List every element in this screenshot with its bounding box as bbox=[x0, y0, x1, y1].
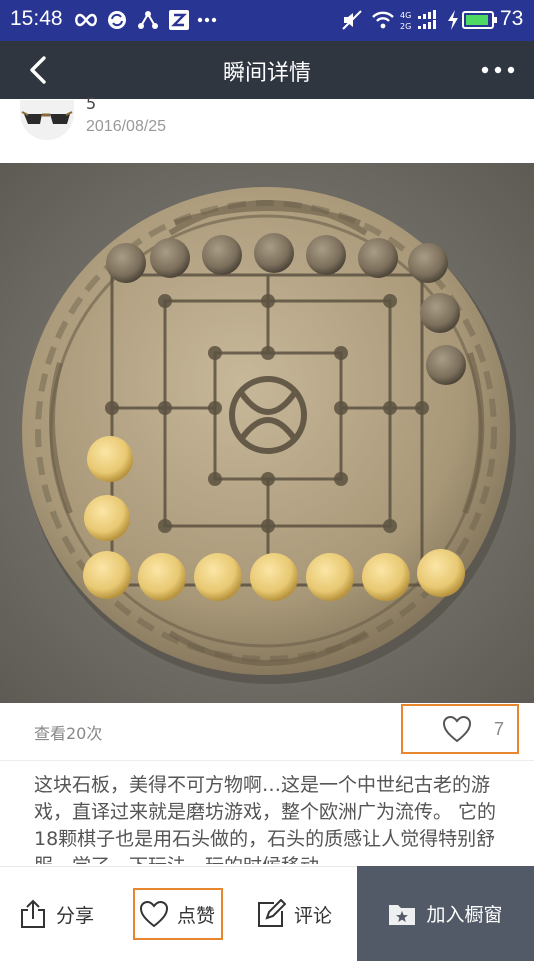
nav-bar: 瞬间详情 bbox=[0, 41, 534, 99]
view-count: 查看20次 bbox=[34, 724, 103, 743]
status-bar: 15:48 4G 2G 73 bbox=[0, 0, 534, 41]
like-button[interactable]: 点赞 bbox=[133, 888, 223, 940]
battery-percent: 73 bbox=[500, 7, 524, 30]
comment-button[interactable]: 评论 bbox=[256, 888, 332, 940]
like-label: 点赞 bbox=[177, 904, 216, 927]
status-time: 15:48 bbox=[10, 7, 63, 30]
comment-label: 评论 bbox=[294, 904, 333, 927]
page-title: 瞬间详情 bbox=[222, 61, 311, 86]
post-date: 2016/08/25 bbox=[86, 118, 167, 135]
author-section bbox=[0, 99, 534, 163]
wifi-icon bbox=[370, 8, 396, 32]
network-label-4g: 4G bbox=[400, 11, 411, 20]
folder-star-icon bbox=[389, 904, 416, 925]
infinity-icon bbox=[72, 8, 100, 32]
share-label: 分享 bbox=[56, 904, 95, 927]
more-dots-icon[interactable] bbox=[480, 55, 516, 85]
heart-icon[interactable] bbox=[442, 715, 472, 743]
z-app-icon bbox=[168, 8, 190, 32]
divider bbox=[0, 760, 534, 761]
edit-icon bbox=[258, 899, 286, 927]
signal-icon: 4G 2G bbox=[400, 8, 442, 32]
add-to-window-button[interactable]: 加入橱窗 bbox=[357, 866, 534, 961]
like-count: 7 bbox=[494, 719, 505, 739]
sync-icon bbox=[106, 8, 128, 32]
add-to-window-label: 加入橱窗 bbox=[426, 904, 503, 926]
share-button[interactable]: 分享 bbox=[18, 888, 94, 940]
network-label-2g: 2G bbox=[400, 22, 411, 31]
author-name[interactable]: 5 bbox=[86, 94, 96, 113]
battery-icon bbox=[462, 8, 498, 32]
more-dots-icon bbox=[196, 8, 218, 32]
network-share-icon bbox=[136, 8, 160, 32]
mute-icon bbox=[340, 8, 364, 32]
heart-icon bbox=[139, 900, 169, 928]
share-icon bbox=[21, 899, 45, 928]
charging-icon bbox=[446, 8, 460, 32]
post-description: 这块石板，美得不可方物啊…这是一个中世纪古老的游戏，直译过来就是磨坊游戏，整个欧… bbox=[34, 774, 497, 864]
post-photo[interactable] bbox=[0, 163, 534, 703]
